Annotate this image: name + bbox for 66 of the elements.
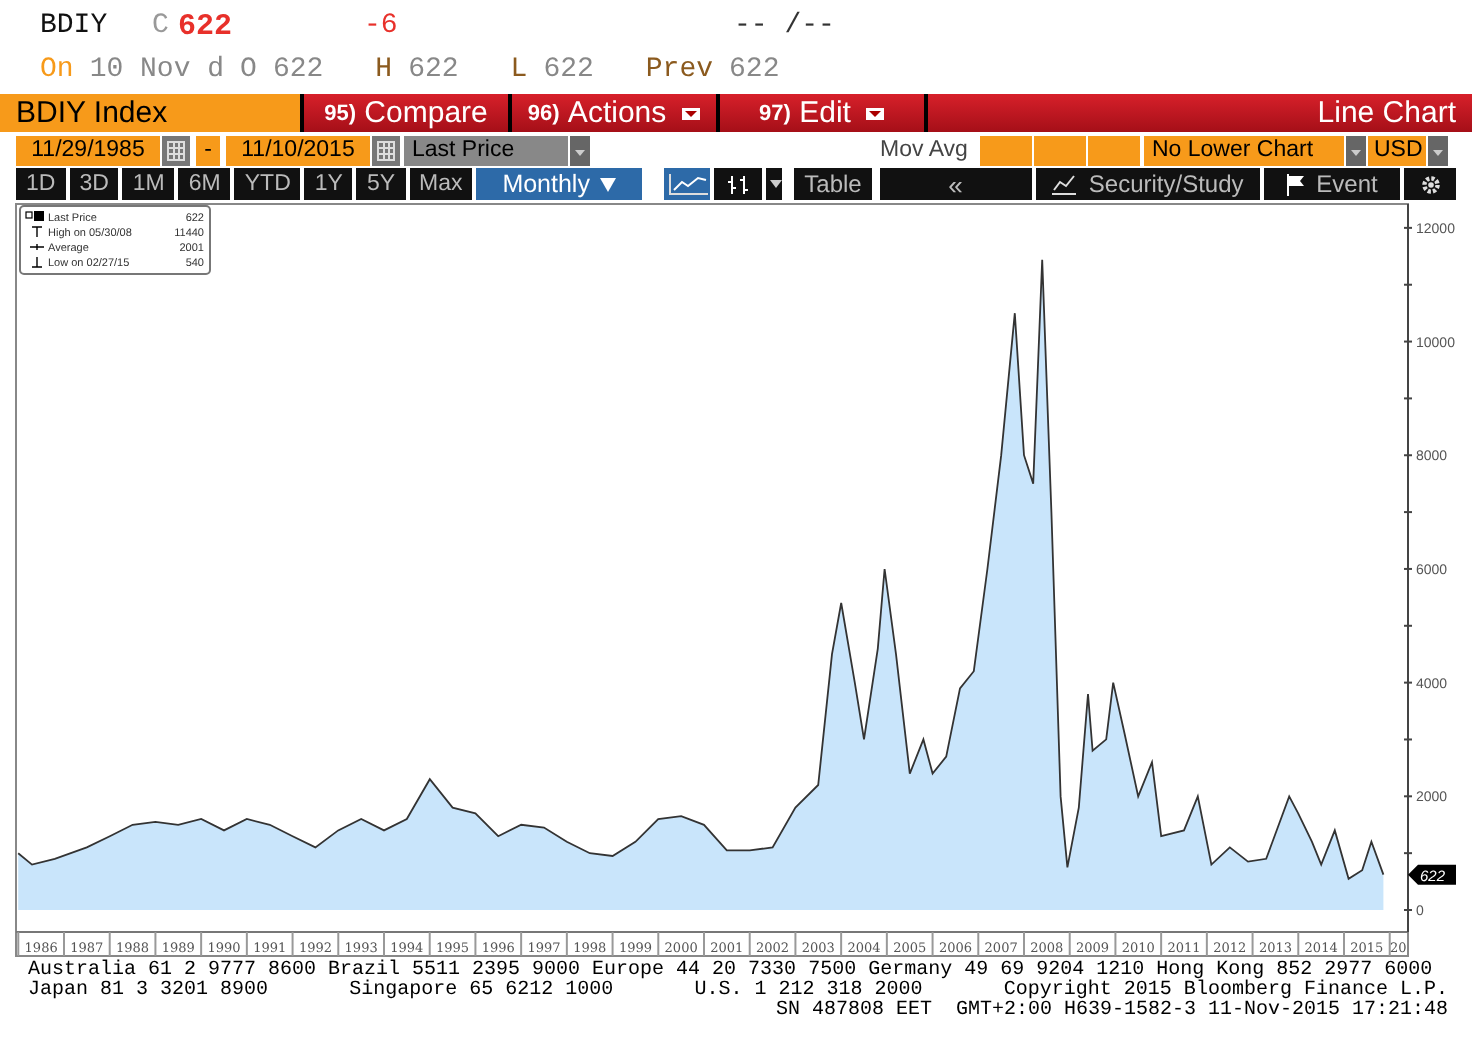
average-marker-icon [29, 243, 45, 251]
settings-button[interactable] [1404, 168, 1456, 200]
low-marker-icon [31, 256, 43, 268]
study-input[interactable] [1088, 136, 1140, 166]
caret-icon [866, 107, 885, 119]
prev-value: 622 [729, 54, 780, 86]
field-dropdown[interactable]: Last Price [404, 136, 568, 166]
low-label: L [510, 54, 528, 86]
period-button[interactable]: 5Y [356, 168, 406, 200]
low-value: 622 [543, 54, 594, 86]
menu-button[interactable]: 97) Edit [720, 94, 924, 132]
caret-icon [682, 107, 701, 119]
footer-text: Japan 81 3 3201 8900 [28, 982, 269, 1002]
event-button[interactable]: Event [1263, 168, 1401, 200]
close-label: C [152, 10, 171, 42]
bar-chart-icon [723, 173, 752, 195]
menu-button[interactable]: 96) Actions [512, 94, 716, 132]
flag-icon [1286, 173, 1307, 195]
period-button[interactable]: 3D [69, 168, 119, 200]
footer-contacts: Australia 61 2 9777 8600 Brazil 5511 2395 9000 Europe 44 20 7330 7500 Germany 49 69 9204 1210 Hong Kong 852 2977 6000 [28, 962, 1433, 982]
security-study-button[interactable]: Security/Study [1035, 168, 1260, 200]
line-chart-icon [667, 173, 707, 195]
high-marker-icon [31, 226, 43, 238]
study-input[interactable] [980, 136, 1032, 166]
close-price: 622 [178, 9, 235, 43]
quote-date: 10 Nov d [89, 54, 225, 86]
caret-icon [599, 177, 616, 191]
open-label: O [240, 54, 257, 86]
back-button[interactable]: « [879, 168, 1032, 200]
end-date-field[interactable]: 11/10/2015 [226, 136, 370, 166]
period-button[interactable]: 1M [122, 168, 175, 200]
security-field[interactable]: BDIY Index [0, 94, 300, 132]
settings-icon [1419, 173, 1442, 195]
open-value: 622 [272, 54, 324, 86]
footer-text: SN 487808 EET [775, 1002, 932, 1022]
legend-swatch-icon [25, 211, 44, 221]
period-button[interactable]: 1Y [304, 168, 353, 200]
table-button[interactable]: Table [794, 168, 872, 200]
frequency-dropdown[interactable]: Monthly [476, 168, 642, 200]
period-button[interactable]: 6M [178, 168, 231, 200]
date-separator: - [196, 136, 220, 166]
menu-button[interactable]: 95) Compare [304, 94, 508, 132]
period-button[interactable]: YTD [234, 168, 301, 200]
footer-text: Singapore 65 6212 1000 [349, 982, 614, 1002]
start-date-field[interactable]: 11/29/1985 [16, 136, 160, 166]
footer-text: GMT+2:00 H639-1582-3 11-Nov-2015 17:21:48 [955, 1002, 1448, 1022]
price-change: -6 [364, 10, 400, 42]
period-button[interactable]: 1D [16, 168, 66, 200]
prev-label: Prev [645, 54, 714, 86]
high-value: 622 [408, 54, 459, 86]
quote-time: -- /-- [734, 10, 835, 42]
chart-type-title: Line Chart [928, 94, 1472, 132]
chart-icon [1050, 173, 1079, 195]
dropdown-icon[interactable] [765, 168, 783, 200]
ticker: BDIY [40, 10, 110, 42]
footer-text: Copyright 2015 Bloomberg Finance L.P. [1003, 982, 1448, 1002]
period-button[interactable]: Max [409, 168, 473, 200]
currency-dropdown[interactable]: USD [1368, 136, 1426, 166]
calendar-icon[interactable] [162, 136, 190, 166]
high-label: H [375, 54, 393, 86]
study-input[interactable] [1034, 136, 1086, 166]
lower-chart-dropdown[interactable]: No Lower Chart [1144, 136, 1344, 166]
calendar-icon[interactable] [372, 136, 400, 166]
line-chart-button[interactable] [663, 168, 711, 200]
on-label: On [40, 54, 74, 86]
footer-text: U.S. 1 212 318 2000 [694, 982, 923, 1002]
